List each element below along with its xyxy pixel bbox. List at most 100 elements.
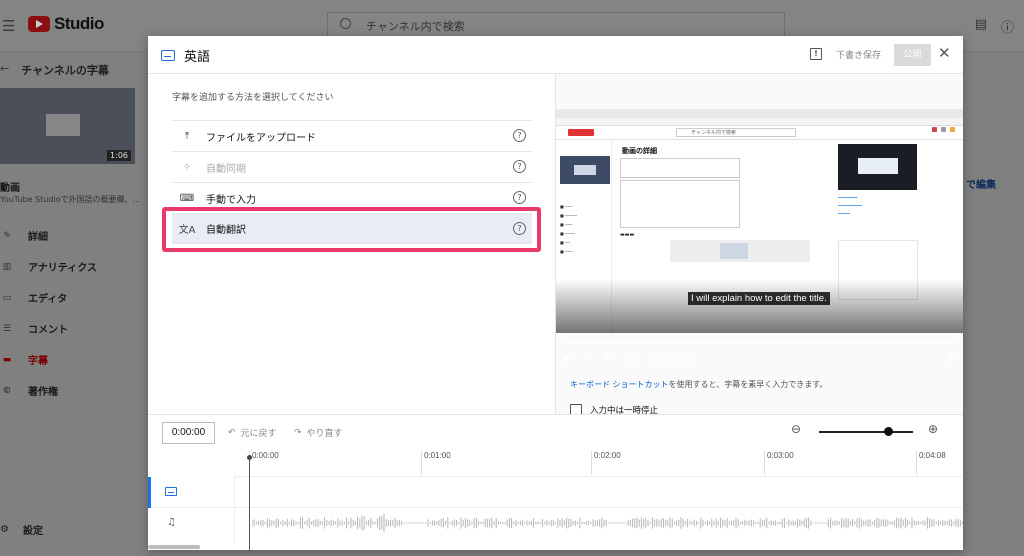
gear-icon[interactable]: ⚙ <box>946 351 956 364</box>
shortcuts-hint: キーボード ショートカットを使用すると、字幕を素早く入力できます。 <box>570 379 827 390</box>
video-controls: ▶ ↺ ↻ ◁) 0:00 / 1:06 <box>564 350 695 366</box>
sidebar-item-label: アナリティクス <box>28 263 97 274</box>
subtitles-icon <box>165 487 177 496</box>
option-label: 自動同期 <box>206 163 246 175</box>
inner-page-title: 動画の詳細 <box>622 147 657 155</box>
video-thumbnail[interactable]: 1:06 <box>0 88 135 164</box>
app-name: Studio <box>54 14 104 33</box>
settings-label: 設定 <box>22 526 43 537</box>
subtitle-editor-dialog: 英語 ! 下書き保存 公開 ✕ 字幕を追加する方法を選択してください ⤒ ファイ… <box>148 36 963 551</box>
help-icon[interactable]: ? <box>513 129 526 142</box>
audio-track[interactable]: ♫ <box>148 508 963 544</box>
video-title: 動画 <box>0 183 20 194</box>
search-input[interactable]: チャンネル内で検索 <box>327 12 785 38</box>
copyright-icon: © <box>2 385 12 396</box>
undo-label: 元に戻す <box>240 429 277 439</box>
pencil-icon: ✎ <box>3 230 11 241</box>
option-label: 手動で入力 <box>206 194 256 206</box>
forward-icon[interactable]: ↻ <box>604 353 612 364</box>
sidebar: ← チャンネルの字幕 1:06 動画 YouTube Studioで外国語の概要… <box>0 52 148 556</box>
dialog-header: 英語 ! 下書き保存 公開 ✕ <box>148 36 963 74</box>
redo-label: やり直す <box>306 429 343 439</box>
subtitle-track[interactable] <box>148 477 963 508</box>
sidebar-item-subtitles[interactable]: ▬ 字幕 <box>0 344 148 375</box>
edit-link[interactable]: で編集 <box>966 176 996 191</box>
comment-icon: ☰ <box>2 323 12 334</box>
video-subtitle: YouTube Studioで外国語の概要欄、... <box>0 195 141 204</box>
inner-search: チャンネル内で検索 <box>676 128 796 137</box>
timeline: 0:00:00 ↶ 元に戻す ↷ やり直す ⊖ ⊕ 0:00:00 0:01:0… <box>148 414 963 551</box>
preview-panel: チャンネル内で検索 ■ ─── ■ ───── ■ ─── ■ ──── ■ ── ■ ─… <box>556 74 963 416</box>
option-auto-sync: ✧ 自動同期 ? <box>172 151 532 182</box>
volume-icon[interactable]: ◁) <box>624 353 636 364</box>
feedback-icon[interactable]: ▤ <box>975 17 987 36</box>
hamburger-menu-icon[interactable]: ☰ <box>2 17 15 35</box>
video-caption: I will explain how to edit the title. <box>688 292 830 305</box>
sidebar-item-details[interactable]: ✎ 詳細 <box>0 220 148 251</box>
undo-button[interactable]: ↶ 元に戻す <box>228 426 277 440</box>
back-to-channel-subtitles[interactable]: ← チャンネルの字幕 <box>0 62 109 78</box>
shortcuts-text: を使用すると、字幕を素早く入力できます。 <box>668 380 828 389</box>
sidebar-item-label: コメント <box>28 325 68 336</box>
feedback-icon[interactable]: ! <box>810 48 822 60</box>
sidebar-item-comments[interactable]: ☰ コメント <box>0 313 148 344</box>
zoom-slider[interactable] <box>819 431 913 433</box>
youtube-logo-icon <box>28 16 50 32</box>
play-icon[interactable]: ▶ <box>564 353 572 364</box>
translate-icon: 文A <box>178 225 196 236</box>
music-note-icon: ♫ <box>167 517 176 528</box>
upload-icon: ⤒ <box>184 130 190 142</box>
sidebar-item-analytics[interactable]: ▥ アナリティクス <box>0 251 148 282</box>
option-upload-file[interactable]: ⤒ ファイルをアップロード ? <box>172 120 532 151</box>
sidebar-item-editor[interactable]: ▭ エディタ <box>0 282 148 313</box>
keyboard-icon: ⌨ <box>179 192 195 204</box>
search-icon <box>340 18 351 29</box>
sparkle-icon: ✧ <box>182 161 192 173</box>
method-prompt: 字幕を追加する方法を選択してください <box>172 93 334 103</box>
rewind-icon[interactable]: ↺ <box>584 353 592 364</box>
close-icon[interactable]: ✕ <box>938 44 951 62</box>
zoom-slider-thumb[interactable] <box>884 427 893 436</box>
back-arrow-icon: ← <box>0 62 10 75</box>
horizontal-scrollbar[interactable] <box>148 545 200 549</box>
undo-icon: ↶ <box>228 427 236 438</box>
dialog-title: 英語 <box>184 50 211 65</box>
playhead[interactable] <box>249 457 250 551</box>
sidebar-item-label: エディタ <box>28 294 68 305</box>
sidebar-item-settings[interactable]: ⚙ 設定 <box>0 522 43 537</box>
analytics-icon: ▥ <box>2 261 12 272</box>
save-draft-button[interactable]: 下書き保存 <box>836 48 881 61</box>
current-time-field[interactable]: 0:00:00 <box>162 422 215 444</box>
sidebar-nav: ✎ 詳細 ▥ アナリティクス ▭ エディタ ☰ コメント ▬ 字幕 © 著作権 <box>0 220 148 406</box>
option-label: 自動翻訳 <box>206 225 246 236</box>
help-icon[interactable]: ? <box>513 222 526 235</box>
search-placeholder: チャンネル内で検索 <box>366 20 465 33</box>
video-progress-bar[interactable] <box>564 341 955 344</box>
help-icon[interactable]: ? <box>513 160 526 173</box>
redo-icon: ↷ <box>294 427 302 438</box>
sidebar-item-label: 著作権 <box>28 387 58 398</box>
time-ruler[interactable]: 0:00:00 0:01:00 0:02:00 0:03:00 0:04:08 <box>234 451 963 477</box>
thumbnail-duration: 1:06 <box>107 150 131 161</box>
help-icon[interactable]: ? <box>513 191 526 204</box>
option-manual-input[interactable]: ⌨ 手動で入力 ? <box>172 182 532 213</box>
zoom-in-icon[interactable]: ⊕ <box>928 422 938 436</box>
zoom-out-icon[interactable]: ⊖ <box>791 422 801 436</box>
method-panel: 字幕を追加する方法を選択してください ⤒ ファイルをアップロード ? ✧ 自動同… <box>148 74 556 414</box>
editor-icon: ▭ <box>2 292 12 303</box>
option-auto-translate[interactable]: 文A 自動翻訳 ? <box>172 213 532 244</box>
back-label: チャンネルの字幕 <box>21 64 109 77</box>
method-options: ⤒ ファイルをアップロード ? ✧ 自動同期 ? ⌨ 手動で入力 ? 文A 自動… <box>172 120 532 244</box>
publish-button[interactable]: 公開 <box>894 44 931 66</box>
sidebar-item-label: 字幕 <box>28 356 48 367</box>
help-icon[interactable]: ⓘ <box>1001 17 1014 36</box>
subtitles-icon: ▬ <box>2 354 12 365</box>
subtitles-icon <box>161 50 175 61</box>
keyboard-shortcuts-link[interactable]: キーボード ショートカット <box>570 380 669 389</box>
top-right-actions: ▤ ⓘ <box>975 17 1014 36</box>
youtube-logo-icon <box>568 129 594 136</box>
studio-logo[interactable]: Studio <box>28 14 104 34</box>
redo-button[interactable]: ↷ やり直す <box>294 426 343 440</box>
sidebar-item-copyright[interactable]: © 著作権 <box>0 375 148 406</box>
video-time: 0:00 / 1:06 <box>652 353 695 363</box>
